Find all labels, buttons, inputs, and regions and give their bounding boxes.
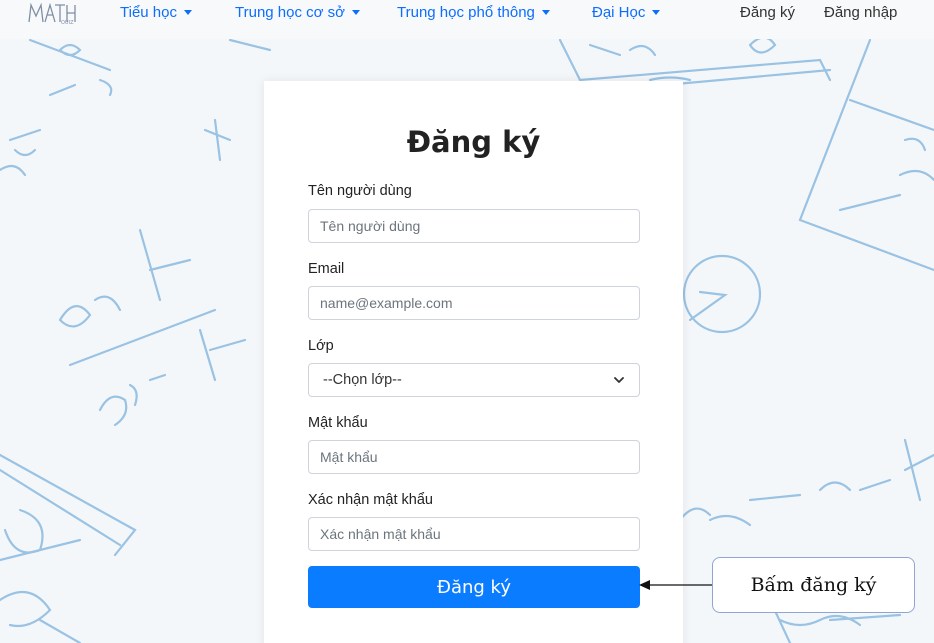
confirm-password-input[interactable] (308, 517, 640, 551)
caret-down-icon (183, 10, 192, 15)
nav-register-link[interactable]: Đăng ký (740, 4, 795, 21)
nav-dai-hoc[interactable]: Đại Học (592, 4, 661, 21)
annotation-callout-text: Bấm đăng ký (750, 574, 877, 596)
math-quiz-logo[interactable]: QUIZ (27, 2, 83, 24)
caret-down-icon (352, 10, 360, 15)
nav-trung-hoc-pho-thong-label: Trung học phổ thông (397, 4, 535, 21)
grade-label: Lớp (308, 338, 334, 354)
email-input[interactable] (308, 286, 640, 320)
register-card: Đăng ký Tên người dùng Email Lớp --Chọn … (264, 81, 683, 643)
email-label: Email (308, 261, 345, 277)
username-label: Tên người dùng (308, 183, 412, 199)
password-input[interactable] (308, 440, 640, 474)
top-navbar: QUIZ Tiểu học Trung học cơ sở Trung học … (0, 0, 934, 39)
nav-dai-hoc-label: Đại Học (592, 4, 646, 21)
username-input[interactable] (308, 209, 640, 243)
grade-select-value: --Chọn lớp-- (323, 372, 402, 388)
caret-down-icon (541, 10, 550, 15)
nav-login-link[interactable]: Đăng nhập (824, 4, 897, 21)
nav-tieu-hoc[interactable]: Tiểu học (120, 4, 192, 21)
nav-trung-hoc-co-so[interactable]: Trung học cơ sở (235, 4, 360, 21)
callout-arrow-icon (639, 580, 713, 590)
confirm-password-label: Xác nhận mật khẩu (308, 492, 433, 508)
grade-select[interactable]: --Chọn lớp-- (308, 363, 640, 397)
page-title: Đăng ký (406, 125, 541, 159)
password-label: Mật khẩu (308, 415, 368, 431)
nav-trung-hoc-co-so-label: Trung học cơ sở (235, 4, 345, 21)
chevron-down-icon (614, 377, 624, 383)
svg-text:QUIZ: QUIZ (61, 20, 74, 24)
nav-trung-hoc-pho-thong[interactable]: Trung học phổ thông (397, 4, 550, 21)
register-submit-button[interactable]: Đăng ký (308, 566, 640, 608)
nav-tieu-hoc-label: Tiểu học (120, 4, 177, 21)
caret-down-icon (652, 10, 661, 15)
annotation-callout: Bấm đăng ký (712, 557, 915, 613)
